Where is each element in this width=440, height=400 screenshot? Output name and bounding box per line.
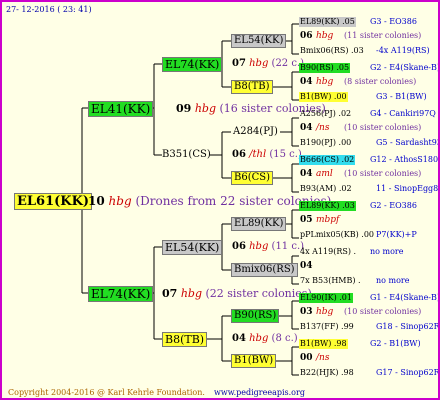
ancestor-bottom-code: P7(KK)+P xyxy=(376,230,417,239)
gen2-ua-info: 07 hbg (22 c.) xyxy=(232,59,304,69)
ancestor-bottom-queen: 7x B53(HMB) . xyxy=(300,276,361,285)
ancestor-top-code: G4 - Cankiri97Q xyxy=(370,109,436,118)
ancestor-bottom-code: no more xyxy=(376,276,410,285)
upper-queen: EL41(KK) xyxy=(88,101,154,117)
ancestor-bottom-queen: B93(AM) .02 xyxy=(300,184,352,193)
ancestor-bottom-code: G5 - Sardasht93R xyxy=(376,138,438,147)
gen3-queen-7: B90(RS) xyxy=(231,309,280,323)
ancestor-bottom-code: G18 - Sinop62R xyxy=(376,322,440,331)
upper-hbg: hbg xyxy=(194,102,216,115)
ancestor-top-queen: B90(RS) .05 xyxy=(299,63,351,73)
ancestor-top-queen: EL89(KK) .05 xyxy=(299,17,356,27)
ancestor-bottom-queen: B1(BW) .00 xyxy=(299,92,348,102)
root-num: 10 xyxy=(88,194,105,208)
gen3-queen-2: B8(TB) xyxy=(231,80,273,94)
ancestor-num: 03 xyxy=(300,307,313,317)
ancestor-top-code: G2 - EO386 xyxy=(370,201,417,210)
ancestor-hbg: hbg xyxy=(316,307,334,317)
gen2-ua-hbg: hbg xyxy=(249,58,269,69)
ancestor-bottom-code: G17 - Sinop62R xyxy=(376,368,440,377)
gen2-lb-info: 04 hbg (8 c.) xyxy=(232,334,298,344)
ancestor-hbg: /ns xyxy=(316,353,330,363)
ancestor-bottom-queen: Bmix06(RS) .03 xyxy=(300,46,364,55)
lower-hbg: hbg xyxy=(180,287,202,300)
ancestor-hbg: mbpf xyxy=(316,215,340,225)
ancestor-note: (10 sister colonies) xyxy=(344,123,422,132)
website-link[interactable]: www.pedigreeapis.org xyxy=(214,389,305,397)
ancestor-bottom-queen: B22(HJK) .98 xyxy=(300,368,354,377)
gen3-queen-1: EL54(KK) xyxy=(231,34,287,48)
gen2-la-hbg: hbg xyxy=(249,241,269,252)
ancestor-num: 04 xyxy=(300,123,313,133)
ancestor-note: (11 sister colonies) xyxy=(344,31,422,40)
ancestor-note: (8 sister colonies) xyxy=(344,77,417,86)
root-hbg: hbg xyxy=(108,194,132,208)
ancestor-num: 04 xyxy=(300,261,313,271)
gen2-ua-queen: EL74(KK) xyxy=(162,57,223,72)
gen2-lb-note: (8 c.) xyxy=(271,333,298,344)
ancestor-num: 04 xyxy=(300,77,313,87)
gen3-queen-8: B1(BW) xyxy=(231,354,277,368)
lower-note: (22 sister colonies) xyxy=(205,287,312,300)
gen3-queen-6: Bmix06(RS) xyxy=(231,263,298,277)
gen2-ub-info: 06 /thl (15 c.) xyxy=(232,150,302,160)
root-queen: EL61(KK) xyxy=(14,193,93,210)
ancestor-top-code: G3 - EO386 xyxy=(370,17,417,26)
ancestor-num: 04 xyxy=(300,169,313,179)
ancestor-bottom-queen: B137(FF) .99 xyxy=(300,322,354,331)
ancestor-note: (10 sister colonies) xyxy=(344,307,422,316)
ancestor-top-code: G2 - B1(BW) xyxy=(370,339,421,348)
gen2-ua-num: 07 xyxy=(232,58,246,69)
upper-num: 09 xyxy=(176,102,192,115)
ancestor-top-queen: B1(BW) .98 xyxy=(299,339,348,349)
ancestor-bottom-code: -4x A119(RS) xyxy=(376,46,430,55)
ancestor-hbg: /ns xyxy=(316,123,330,133)
ancestor-top-queen: A256(PJ) .02 xyxy=(300,109,352,118)
copyright: Copyright 2004-2016 @ Karl Kehrle Founda… xyxy=(8,388,205,397)
gen2-lb-queen: B8(TB) xyxy=(162,332,208,347)
ancestor-bottom-code: 11 - SinopEgg86R xyxy=(376,184,439,193)
ancestor-bottom-queen: pPLmix05(KB) .00 xyxy=(300,230,375,239)
gen2-la-info: 06 hbg (11 c.) xyxy=(232,242,304,252)
ancestor-num: 06 xyxy=(300,31,313,41)
gen3-queen-3: A284(PJ) xyxy=(233,126,278,137)
ancestor-top-code: G2 - E4(Skane-B) xyxy=(370,63,440,72)
gen3-queen-4: B6(CS) xyxy=(231,171,274,185)
ancestor-top-code: no more xyxy=(370,247,404,256)
ancestor-num: 05 xyxy=(300,215,313,225)
ancestor-top-queen: EL89(KK) .03 xyxy=(299,201,356,211)
gen2-lb-hbg: hbg xyxy=(249,333,269,344)
ancestor-num: 00 xyxy=(300,353,313,363)
ancestor-top-queen: B666(CS) .02 xyxy=(299,155,356,165)
ancestor-hbg: hbg xyxy=(316,77,334,87)
gen2-la-queen: EL54(KK) xyxy=(162,240,223,255)
gen3-queen-5: EL89(KK) xyxy=(231,217,287,231)
gen2-ub-num: 06 xyxy=(232,149,246,160)
ancestor-note: (10 sister colonies) xyxy=(344,169,422,178)
gen2-ub-hbg: /thl xyxy=(249,149,267,160)
ancestor-top-code: G12 - AthosS180R xyxy=(370,155,440,164)
pedigree-frame: 27- 12-2016 ( 23: 41) EL61(KK) 10 hbg (D… xyxy=(0,0,440,400)
gen2-ub-note: (15 c.) xyxy=(269,149,302,160)
ancestor-top-queen: 4x A119(RS) . xyxy=(300,247,357,256)
ancestor-bottom-code: G3 - B1(BW) xyxy=(376,92,427,101)
gen2-ub-queen: B351(CS) xyxy=(162,149,211,160)
ancestor-hbg: aml xyxy=(316,169,333,179)
gen2-la-num: 06 xyxy=(232,241,246,252)
lower-queen: EL74(KK) xyxy=(88,286,154,302)
ancestor-hbg: hbg xyxy=(316,31,334,41)
root-info: 10 hbg (Drones from 22 sister colonies) xyxy=(88,195,331,207)
gen2-lb-num: 04 xyxy=(232,333,246,344)
ancestor-top-code: G1 - E4(Skane-B) xyxy=(370,293,440,302)
ancestor-bottom-queen: B190(PJ) .00 xyxy=(300,138,352,147)
timestamp: 27- 12-2016 ( 23: 41) xyxy=(6,5,92,14)
lower-num: 07 xyxy=(162,287,178,300)
ancestor-top-queen: EL90(IK) .01 xyxy=(299,293,353,303)
lower-info: 07 hbg (22 sister colonies) xyxy=(162,288,312,299)
